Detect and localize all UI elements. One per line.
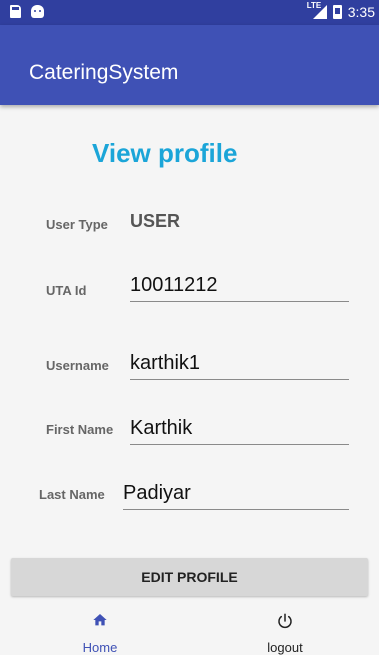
first-name-field[interactable] <box>130 412 349 444</box>
last-name-field[interactable] <box>123 477 349 509</box>
uta-id-field[interactable] <box>130 269 349 301</box>
uta-id-field-container <box>130 269 349 302</box>
nav-item-home[interactable]: Home <box>40 600 160 655</box>
nav-label-home: Home <box>82 640 118 655</box>
username-label: Username <box>46 358 109 373</box>
nav-item-logout[interactable]: logout <box>225 600 345 655</box>
last-name-field-container <box>123 477 349 510</box>
uta-id-label: UTA Id <box>46 283 87 298</box>
edit-profile-button[interactable]: EDIT PROFILE <box>11 558 368 596</box>
bottom-navigation: Home logout <box>0 600 379 655</box>
username-field[interactable] <box>130 347 349 379</box>
first-name-label: First Name <box>46 422 114 437</box>
user-type-value: USER <box>130 211 181 231</box>
nav-label-logout: logout <box>267 640 303 655</box>
status-bar: LTE 3:35 <box>0 0 379 25</box>
android-icon <box>31 5 44 18</box>
network-type: LTE <box>306 1 322 10</box>
page-title: View profile <box>92 138 238 168</box>
username-field-container <box>130 347 349 380</box>
signal-icon: LTE <box>307 1 327 19</box>
last-name-label: Last Name <box>39 487 105 502</box>
first-name-field-container <box>130 412 349 445</box>
power-icon <box>278 613 292 629</box>
app-bar: CateringSystem <box>0 25 379 105</box>
status-time: 3:35 <box>347 4 375 20</box>
home-icon <box>93 614 107 626</box>
battery-icon <box>332 5 342 19</box>
app-title: CateringSystem <box>29 61 179 84</box>
user-type-label: User Type <box>46 217 108 232</box>
sd-card-icon <box>10 5 21 18</box>
